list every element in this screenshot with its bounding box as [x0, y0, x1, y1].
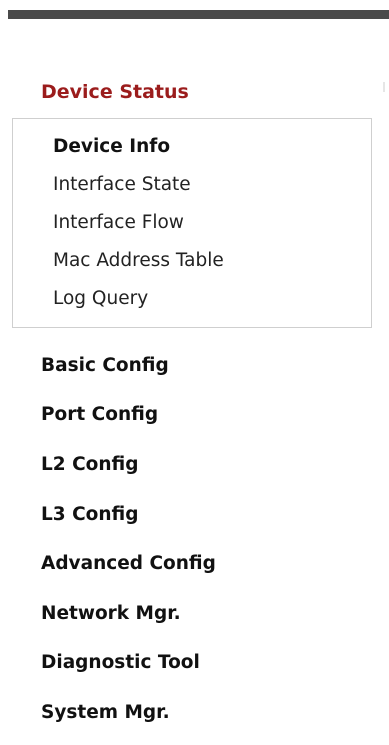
menu-item-system-mgr[interactable]: System Mgr. [41, 702, 170, 723]
menu-item-l2-config[interactable]: L2 Config [41, 454, 139, 475]
submenu-item-log-query[interactable]: Log Query [53, 288, 148, 309]
submenu-item-mac-address-table[interactable]: Mac Address Table [53, 250, 224, 271]
submenu-item-interface-state[interactable]: Interface State [53, 174, 191, 195]
menu-item-port-config[interactable]: Port Config [41, 404, 158, 425]
menu-item-l3-config[interactable]: L3 Config [41, 504, 139, 525]
menu-item-advanced-config[interactable]: Advanced Config [41, 553, 216, 574]
device-status-submenu: Device Info Interface State Interface Fl… [12, 118, 372, 328]
top-bar [8, 10, 389, 19]
menu-item-basic-config[interactable]: Basic Config [41, 355, 169, 376]
device-status-header[interactable]: Device Status [41, 81, 189, 103]
submenu-item-interface-flow[interactable]: Interface Flow [53, 212, 184, 233]
menu-item-network-mgr[interactable]: Network Mgr. [41, 603, 181, 624]
submenu-item-device-info[interactable]: Device Info [53, 136, 170, 157]
menu-item-diagnostic-tool[interactable]: Diagnostic Tool [41, 652, 200, 673]
divider-mark [383, 82, 385, 92]
